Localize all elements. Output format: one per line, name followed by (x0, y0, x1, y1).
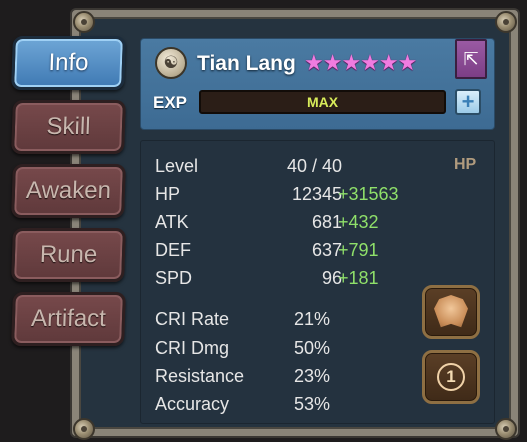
monster-header: ☯ Tian Lang ★★★★★★ ⇱ EXP MAX + (140, 38, 495, 130)
stat-row-hp: HP 12345 +31563 (155, 184, 485, 210)
frame-rivet-bottom-left (73, 418, 95, 440)
stat-value: 40 / 40 (286, 156, 342, 176)
stat-value: 23% (293, 366, 330, 386)
stat-bonus: +432 (338, 212, 379, 232)
stat-bonus: +31563 (338, 184, 399, 204)
stat-label: Level (155, 156, 199, 176)
frame-rivet-top-right (495, 11, 517, 33)
number-badge: 1 (437, 363, 465, 391)
mask-icon (434, 295, 468, 328)
stat-row-level: Level 40 / 40 (155, 156, 485, 182)
plus-icon: + (461, 89, 475, 114)
stat-label: CRI Rate (155, 309, 230, 329)
share-icon: ⇱ (463, 48, 479, 69)
exp-value: MAX (306, 94, 339, 110)
tab-awaken[interactable]: Awaken (11, 164, 126, 218)
stat-value: 53% (293, 394, 330, 414)
stat-label: ATK (155, 212, 189, 232)
stat-bonus: +181 (338, 268, 379, 288)
stat-value: 50% (293, 338, 330, 358)
stat-label: DEF (155, 240, 191, 260)
tab-skill[interactable]: Skill (11, 100, 126, 154)
stat-label: Resistance (155, 366, 245, 386)
exp-label: EXP (153, 93, 188, 112)
add-exp-button[interactable]: + (455, 89, 481, 115)
share-button[interactable]: ⇱ (455, 39, 487, 79)
exp-bar: MAX (199, 90, 446, 114)
stat-label: CRI Dmg (155, 338, 230, 358)
tab-info[interactable]: Info (11, 36, 126, 90)
stat-label: SPD (155, 268, 193, 288)
stat-value: 21% (293, 309, 330, 329)
lock-slot-button[interactable]: 1 (422, 350, 480, 404)
stat-bonus: +791 (338, 240, 379, 260)
monster-name: Tian Lang (197, 52, 296, 75)
monster-skin-button[interactable] (422, 285, 480, 339)
wind-element-icon: ☯ (155, 47, 187, 79)
star-rating: ★★★★★★ (304, 50, 417, 75)
stat-label: Accuracy (155, 394, 230, 414)
frame-rivet-bottom-right (495, 418, 517, 440)
frame-rivet-top-left (73, 11, 95, 33)
stat-label: HP (155, 184, 181, 204)
tab-artifact[interactable]: Artifact (11, 292, 126, 346)
tab-rune[interactable]: Rune (11, 228, 126, 282)
stats-panel: HP Level 40 / 40 HP 12345 +31563 ATK 681… (140, 140, 495, 424)
stat-row-atk: ATK 681 +432 (155, 212, 485, 238)
stat-value: 12345 (291, 184, 342, 204)
stat-row-def: DEF 637 +791 (155, 240, 485, 266)
